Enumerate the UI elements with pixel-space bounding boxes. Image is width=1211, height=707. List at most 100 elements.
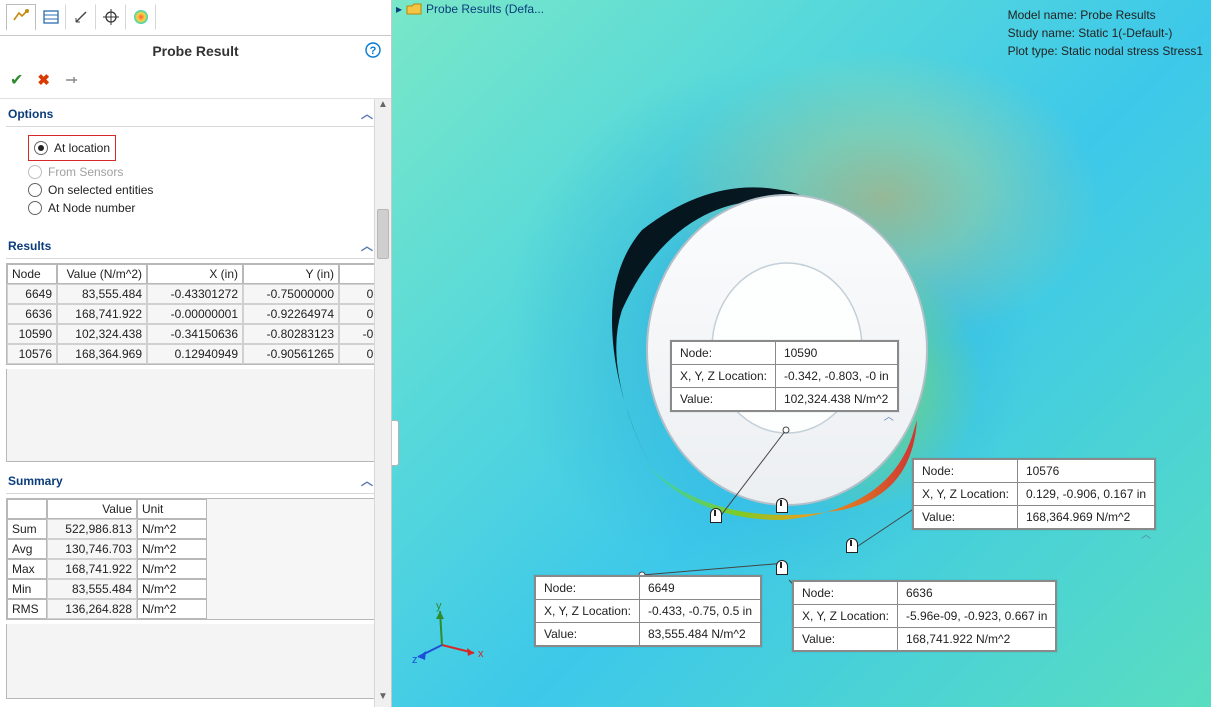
table-row[interactable]: 664983,555.484-0.43301272-0.750000000.50… [7,284,374,304]
svg-text:?: ? [370,45,377,57]
opt-at-location[interactable]: At location [34,141,110,155]
radio-checked-icon[interactable] [34,141,48,155]
radio-icon[interactable] [28,183,42,197]
pin-icon[interactable] [64,73,78,87]
tab-dimension-icon[interactable] [66,4,96,30]
probe-panel: Probe Result ? ✔ ✖ Options ︿ At location [0,0,392,707]
callout-value: 10590 [775,342,897,365]
panel-title-row: Probe Result ? [0,36,391,66]
chevron-up-icon: ︿ [361,472,373,489]
callout-6649[interactable]: Node:6649 X, Y, Z Location:-0.433, -0.75… [534,575,762,647]
callout-field: Value: [794,628,898,651]
callout-field: X, Y, Z Location: [536,600,640,623]
col-value[interactable]: Value [47,499,137,519]
summary-table[interactable]: Value Unit Sum522,986.813N/m^2 Avg130,74… [6,498,375,620]
callout-field: X, Y, Z Location: [914,483,1018,506]
scroll-thumb[interactable] [377,209,389,259]
app-root: Probe Result ? ✔ ✖ Options ︿ At location [0,0,1211,707]
section-results-label: Results [8,239,51,253]
info-study: Study name: Static 1(-Default-) [1008,24,1203,42]
callout-value: 6636 [897,582,1055,605]
opt-at-node[interactable]: At Node number [28,201,367,215]
panel-title: Probe Result [152,43,238,59]
summary-blank-area [6,624,375,699]
callout-value: -5.96e-09, -0.923, 0.667 in [897,605,1055,628]
axis-y: y [436,600,442,612]
axis-z: z [412,654,418,666]
tab-list-icon[interactable] [36,4,66,30]
breadcrumb-text: Probe Results (Defa... [426,2,544,16]
scroll-down-icon[interactable]: ▼ [375,691,391,707]
callout-field: Node: [536,577,640,600]
table-row[interactable]: 10576168,364.9690.12940949-0.905612650.1… [7,344,374,364]
col-unit[interactable]: Unit [137,499,207,519]
callout-value: -0.342, -0.803, -0 in [775,365,897,388]
panel-tab-toolbar [0,0,391,36]
panel-content: Options ︿ At location From Sensors On se… [0,99,391,707]
callout-field: X, Y, Z Location: [794,605,898,628]
document-icon [406,2,422,16]
table-row[interactable]: RMS136,264.828N/m^2 [7,599,374,619]
table-row[interactable]: Sum522,986.813N/m^2 [7,519,374,539]
opt-at-node-label: At Node number [48,201,135,215]
section-summary[interactable]: Summary ︿ [6,468,375,494]
radio-icon [28,165,42,179]
radio-icon[interactable] [28,201,42,215]
callout-value: -0.433, -0.75, 0.5 in [639,600,760,623]
section-options-label: Options [8,107,53,121]
callout-10590[interactable]: Node:10590 X, Y, Z Location:-0.342, -0.8… [670,340,899,412]
opt-at-location-label: At location [54,141,110,155]
col-blank [7,499,47,519]
opt-from-sensors: From Sensors [28,165,367,179]
callout-value: 168,741.922 N/m^2 [897,628,1055,651]
callout-field: Value: [536,623,640,646]
chevron-up-icon: ︿ [361,105,373,122]
table-row[interactable]: Min83,555.484N/m^2 [7,579,374,599]
axis-x: x [478,648,484,660]
apply-icon[interactable]: ✔ [10,70,23,90]
opt-on-selected-label: On selected entities [48,183,153,197]
scroll-up-icon[interactable]: ▲ [375,99,391,115]
tab-feature-icon[interactable] [6,4,36,31]
table-row[interactable]: 10590102,324.438-0.34150636-0.80283123-0… [7,324,374,344]
col-node[interactable]: Node [7,264,57,284]
table-row[interactable]: 6636168,741.922-0.00000001-0.922649740.6… [7,304,374,324]
callout-value: 10576 [1017,460,1154,483]
breadcrumb[interactable]: ▸ Probe Results (Defa... [396,2,544,16]
section-options[interactable]: Options ︿ [6,101,375,127]
help-icon[interactable]: ? [365,42,381,58]
results-table[interactable]: Node Value (N/m^2) X (in) Y (in) Z (in) … [6,263,375,365]
splitter-handle[interactable] [392,420,399,466]
chevron-up-icon: ︿ [361,237,373,254]
graphics-viewport[interactable]: ▸ Probe Results (Defa... Model name: Pro… [392,0,1211,707]
section-results[interactable]: Results ︿ [6,233,375,259]
orientation-triad[interactable]: x y z [412,605,482,675]
info-plot: Plot type: Static nodal stress Stress1 [1008,42,1203,60]
callout-field: Value: [914,506,1018,529]
model-info: Model name: Probe Results Study name: St… [1008,6,1203,60]
callout-10576[interactable]: Node:10576 X, Y, Z Location:0.129, -0.90… [912,458,1156,530]
callout-field: Node: [672,342,776,365]
col-value[interactable]: Value (N/m^2) [57,264,147,284]
callout-value: 0.129, -0.906, 0.167 in [1017,483,1154,506]
callout-value: 83,555.484 N/m^2 [639,623,760,646]
callout-field: Node: [794,582,898,605]
apply-row: ✔ ✖ [0,66,391,99]
col-y[interactable]: Y (in) [243,264,339,284]
tab-results-icon[interactable] [126,4,156,30]
table-row[interactable]: Max168,741.922N/m^2 [7,559,374,579]
opt-from-sensors-label: From Sensors [48,165,123,179]
callout-field: X, Y, Z Location: [672,365,776,388]
results-blank-area [6,369,375,462]
section-summary-label: Summary [8,474,63,488]
callout-6636[interactable]: Node:6636 X, Y, Z Location:-5.96e-09, -0… [792,580,1057,652]
panel-scrollbar[interactable]: ▲ ▼ [374,99,391,707]
tab-target-icon[interactable] [96,4,126,30]
callout-value: 102,324.438 N/m^2 [775,388,897,411]
breadcrumb-arrow-icon: ▸ [396,2,402,16]
chevron-up-icon: ︿ [1141,526,1151,541]
opt-on-selected[interactable]: On selected entities [28,183,367,197]
col-x[interactable]: X (in) [147,264,243,284]
cancel-icon[interactable]: ✖ [37,71,50,89]
table-row[interactable]: Avg130,746.703N/m^2 [7,539,374,559]
